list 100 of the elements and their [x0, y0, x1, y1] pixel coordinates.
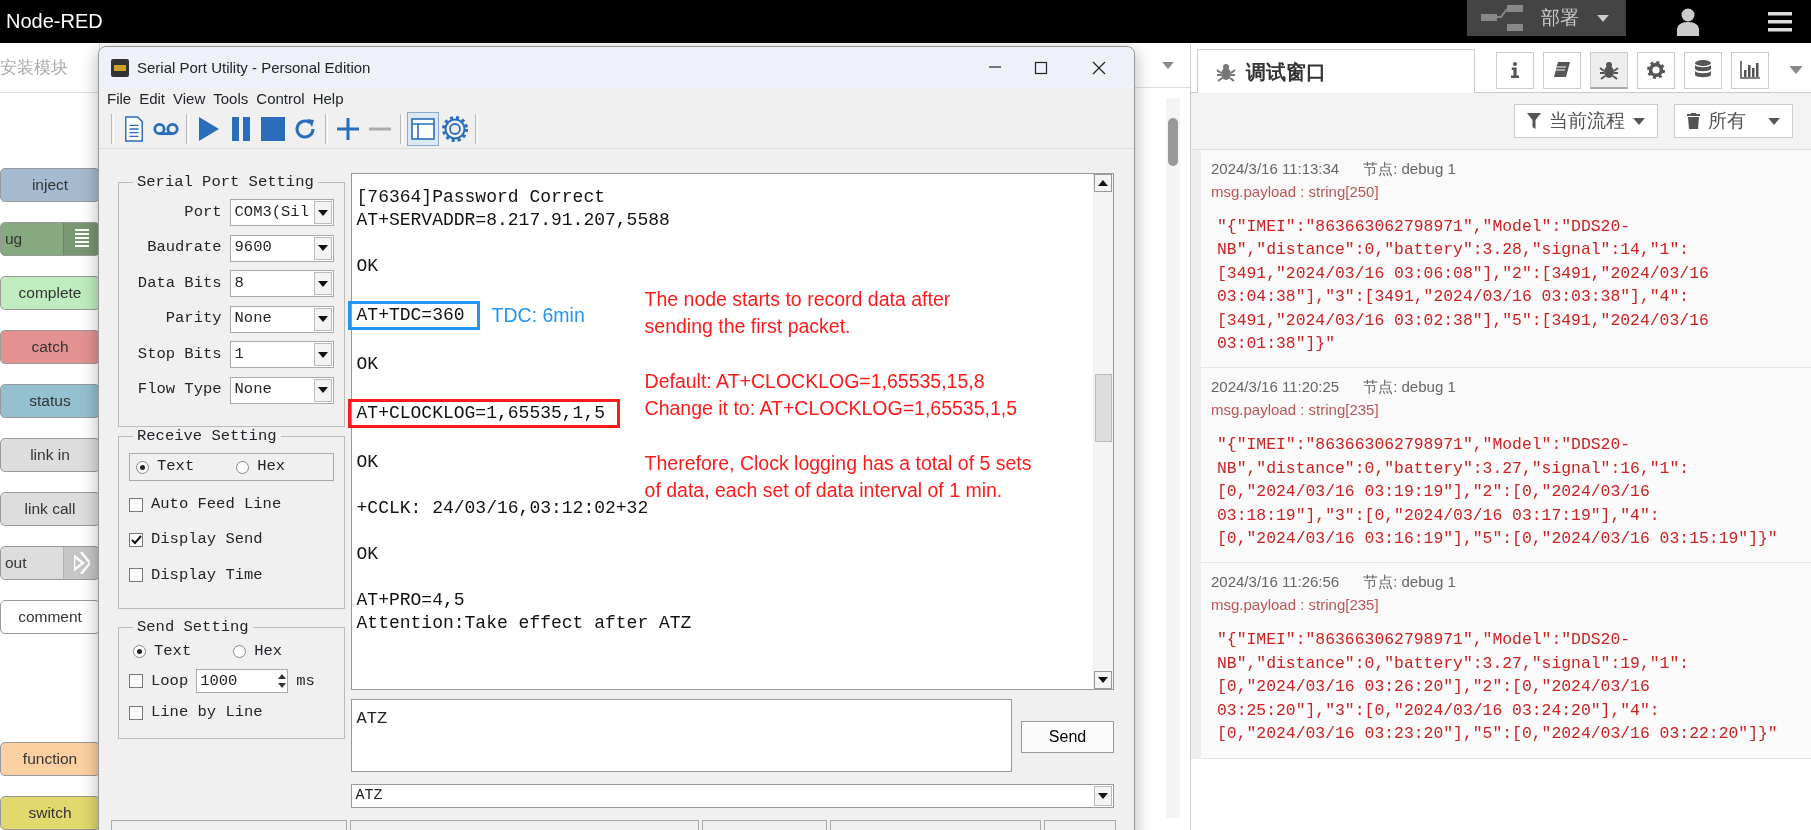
clear-button[interactable]: 所有 [1674, 104, 1793, 138]
caret-icon [1789, 66, 1803, 74]
field-label: Data Bits [137, 272, 222, 294]
palette-node[interactable]: comment [0, 600, 100, 634]
window-icon[interactable] [411, 117, 435, 140]
menu-item[interactable]: Tools [213, 87, 249, 111]
field-value: 8 [234, 272, 244, 294]
maximize-icon[interactable] [1034, 61, 1048, 75]
node-label: 节点: debug 1 [1363, 572, 1456, 593]
dropdown-button[interactable] [313, 201, 332, 224]
palette-node[interactable]: function [0, 742, 100, 776]
caret-icon [1597, 14, 1609, 22]
checkbox[interactable] [129, 568, 143, 583]
sidebar-tab[interactable] [1496, 51, 1534, 89]
caret-icon [317, 245, 328, 251]
log-line: OK [356, 451, 379, 474]
palette-node[interactable]: link in [0, 438, 100, 472]
menu-icon[interactable] [1768, 11, 1792, 32]
scroll-up-button[interactable] [1094, 174, 1112, 192]
palette-node[interactable]: status [0, 384, 100, 418]
dropdown-field[interactable]: COM3(Sil [229, 199, 334, 226]
dropdown-button[interactable] [313, 272, 332, 295]
dropdown-button[interactable] [313, 343, 332, 366]
list-icon [74, 229, 89, 249]
book-icon [1553, 61, 1571, 79]
palette-node[interactable]: inject [0, 168, 100, 202]
menu-item[interactable]: View [173, 87, 206, 111]
field-label: Baudrate [147, 237, 222, 259]
caret-icon [317, 387, 328, 393]
checkbox[interactable] [129, 674, 143, 689]
filter-icon [1527, 113, 1541, 129]
caret-icon [317, 316, 328, 322]
message-payload: "{"IMEI":"863663062798971","Model":"DDS20-NB","distance":0,"battery":3.27,"signal":16,"1":[0,"2024/03/16 03:19:19"],"2":[0,"2024/03/16 03:18:19"],"3":[0,"2024/03/16 03:17:19"],"4":[0,"2024/03/16 03:16:19"],"5":[0,"2024/03/16 03:15:19"]}" [1216, 434, 1779, 551]
menu-item[interactable]: File [107, 87, 132, 111]
debug-tab[interactable]: 调试窗口 [1197, 49, 1475, 93]
radio-button[interactable] [236, 460, 250, 474]
sidebar-tab[interactable] [1684, 51, 1722, 89]
radio-button[interactable] [233, 645, 247, 659]
palette-node[interactable]: switch [0, 796, 100, 830]
scrollbar-thumb[interactable] [1095, 374, 1112, 442]
option-label: Auto Feed Line [151, 494, 282, 515]
checkbox[interactable] [129, 497, 143, 512]
node-label: 节点: debug 1 [1363, 377, 1456, 398]
pause-icon[interactable] [231, 115, 251, 142]
dropdown-field[interactable]: None [229, 376, 334, 404]
tape-icon[interactable] [152, 120, 180, 137]
caret-icon [317, 209, 328, 216]
dropdown-button[interactable] [313, 378, 332, 402]
dropdown-button[interactable] [313, 236, 332, 260]
dropdown-button[interactable] [313, 307, 332, 331]
caret-icon [1098, 793, 1108, 799]
palette-node[interactable]: out [0, 546, 100, 580]
log-line: OK [356, 543, 379, 566]
toolbar-button[interactable] [407, 111, 439, 146]
scroll-down-button[interactable] [1094, 671, 1112, 689]
history-dropdown[interactable]: ATZ [350, 784, 1114, 808]
log-line: AT+PRO=4,5 [356, 589, 465, 612]
deploy-button[interactable]: 部署 [1467, 0, 1626, 36]
user-icon[interactable] [1676, 7, 1699, 36]
palette-node[interactable]: ug [0, 222, 100, 256]
dropdown-field[interactable]: 9600 [229, 234, 334, 262]
dropdown-field[interactable]: 8 [229, 270, 334, 297]
close-icon[interactable] [1092, 61, 1106, 75]
sidebar-tab[interactable] [1731, 51, 1769, 89]
filter-button[interactable]: 当前流程 [1514, 104, 1658, 138]
menu-item[interactable]: Help [312, 87, 344, 111]
caret-icon [1162, 61, 1174, 69]
checkbox[interactable] [129, 532, 143, 547]
check-icon [130, 534, 142, 545]
field-label: Stop Bits [137, 343, 222, 365]
sidebar-tab[interactable] [1637, 51, 1675, 89]
send-input-field[interactable]: ATZ [350, 699, 1012, 772]
radio-button[interactable] [136, 460, 149, 474]
number-field[interactable]: 1000 [196, 669, 289, 694]
sidebar-tab[interactable] [1543, 51, 1581, 89]
message-time: 2024/3/16 11:20:25 [1211, 377, 1340, 398]
dropdown-field[interactable]: 1 [229, 341, 334, 368]
menu-item[interactable]: Control [256, 87, 305, 111]
deploy-icon [1481, 5, 1523, 31]
bug-icon [1216, 61, 1236, 82]
option-label: Line by Line [151, 702, 263, 724]
scrollbar[interactable] [1093, 174, 1113, 689]
palette-node[interactable]: catch [0, 330, 100, 364]
menu-item[interactable]: Edit [139, 87, 166, 111]
field-value: 1000 [200, 670, 238, 692]
dropdown-button[interactable] [1094, 786, 1112, 806]
scrollbar-thumb[interactable] [1168, 118, 1178, 166]
palette-node[interactable]: link call [0, 492, 100, 526]
field-value: ATZ [355, 785, 383, 806]
radio-button[interactable] [133, 645, 146, 659]
annotation-note: TDC: 6min [491, 303, 585, 328]
send-button[interactable]: Send [1021, 721, 1114, 753]
checkbox[interactable] [129, 705, 143, 720]
bug-icon [1599, 59, 1619, 80]
sidebar-tab[interactable] [1590, 51, 1628, 89]
option-label: Display Send [151, 529, 263, 551]
palette-node[interactable]: complete [0, 276, 100, 310]
dropdown-field[interactable]: None [229, 305, 334, 333]
scrollbar[interactable] [1166, 98, 1180, 818]
message-time: 2024/3/16 11:13:34 [1211, 159, 1340, 179]
